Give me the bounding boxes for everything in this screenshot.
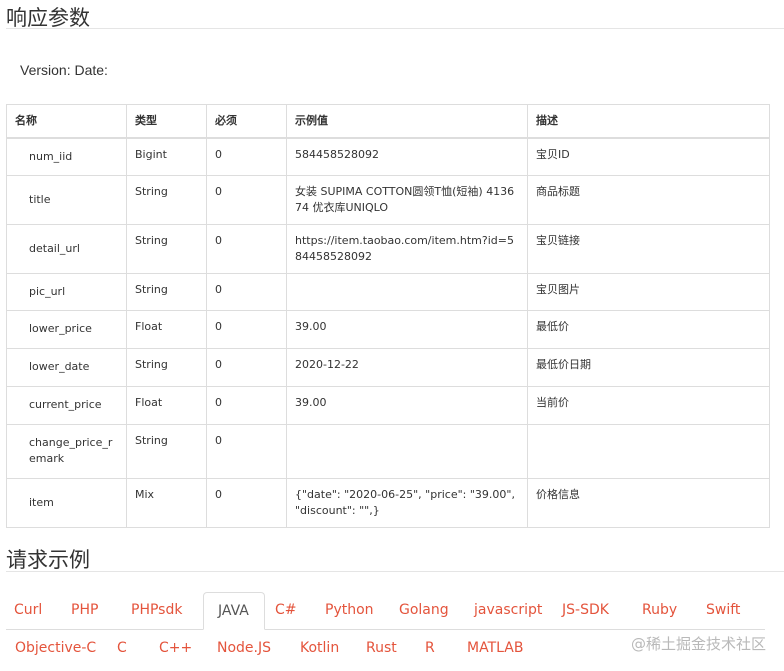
- param-description-cell: [527, 423, 770, 479]
- tab-java[interactable]: JAVA: [203, 592, 265, 630]
- param-name-cell: lower_price: [6, 309, 127, 349]
- param-example-cell: 2020-12-22: [286, 347, 528, 387]
- tab-js-sdk[interactable]: JS-SDK: [562, 602, 609, 618]
- tab-c[interactable]: C: [117, 640, 127, 656]
- param-example-cell: [286, 272, 528, 311]
- param-description-cell: 宝贝图片: [527, 272, 770, 311]
- tab-php[interactable]: PHP: [71, 602, 98, 618]
- tab-c-[interactable]: C++: [159, 640, 192, 656]
- tab-golang[interactable]: Golang: [399, 602, 449, 618]
- tab-swift[interactable]: Swift: [706, 602, 740, 618]
- param-required-cell: 0: [206, 174, 287, 225]
- version-text: Version: Date:: [20, 62, 108, 78]
- param-type-cell: Float: [126, 309, 207, 349]
- param-type-cell: String: [126, 272, 207, 311]
- param-required-cell: 0: [206, 223, 287, 274]
- param-name-cell: num_iid: [6, 137, 127, 176]
- param-example-cell: 39.00: [286, 309, 528, 349]
- table-row: detail_url String 0 https://item.taobao.com…: [6, 223, 770, 274]
- column-header-name: 名称: [6, 104, 127, 139]
- column-header-description: 描述: [527, 104, 770, 139]
- param-type-cell: String: [126, 174, 207, 225]
- param-description-cell: 最低价: [527, 309, 770, 349]
- table-row: title String 0 女装 SUPIMA COTTON圆领T恤(短袖) 413…: [6, 174, 770, 225]
- column-header-type: 类型: [126, 104, 207, 139]
- request-title-divider: [6, 571, 784, 572]
- tabs-divider-left: [6, 629, 206, 630]
- param-description-cell: 价格信息: [527, 477, 770, 528]
- param-name-cell: item: [6, 477, 127, 528]
- table-row: lower_price Float 0 39.00 最低价: [6, 309, 770, 349]
- param-required-cell: 0: [206, 347, 287, 387]
- param-name-cell: detail_url: [6, 223, 127, 274]
- tab-curl[interactable]: Curl: [14, 602, 42, 618]
- param-name-cell: current_price: [6, 385, 127, 425]
- param-description-cell: 宝贝ID: [527, 137, 770, 176]
- tab-phpsdk[interactable]: PHPsdk: [131, 602, 182, 618]
- table-header-row: 名称 类型 必须 示例值 描述: [6, 104, 770, 139]
- tab-matlab[interactable]: MATLAB: [467, 640, 523, 656]
- tab-javascript[interactable]: javascript: [474, 602, 542, 618]
- param-required-cell: 0: [206, 385, 287, 425]
- param-description-cell: 宝贝链接: [527, 223, 770, 274]
- param-description-cell: 最低价日期: [527, 347, 770, 387]
- param-required-cell: 0: [206, 477, 287, 528]
- param-example-cell: {"date": "2020-06-25", "price": "39.00",…: [286, 477, 528, 528]
- param-example-cell: [286, 423, 528, 479]
- param-required-cell: 0: [206, 272, 287, 311]
- table-row: item Mix 0 {"date": "2020-06-25", "price": …: [6, 477, 770, 528]
- param-required-cell: 0: [206, 309, 287, 349]
- param-example-cell: 女装 SUPIMA COTTON圆领T恤(短袖) 413674 优衣库UNIQL…: [286, 174, 528, 225]
- tabs-divider-right: [265, 629, 765, 630]
- column-header-required: 必须: [206, 104, 287, 139]
- param-type-cell: Mix: [126, 477, 207, 528]
- param-type-cell: Float: [126, 385, 207, 425]
- title-divider: [6, 28, 784, 29]
- param-type-cell: String: [126, 223, 207, 274]
- param-type-cell: String: [126, 423, 207, 479]
- param-required-cell: 0: [206, 423, 287, 479]
- param-type-cell: Bigint: [126, 137, 207, 176]
- param-name-cell: lower_date: [6, 347, 127, 387]
- watermark-text: @稀土掘金技术社区: [630, 635, 766, 653]
- param-name-cell: title: [6, 174, 127, 225]
- table-row: num_iid Bigint 0 584458528092 宝贝ID: [6, 137, 770, 176]
- request-example-title: 请求示例: [6, 548, 90, 572]
- tab-c-[interactable]: C#: [275, 602, 297, 618]
- param-example-cell: 584458528092: [286, 137, 528, 176]
- param-description-cell: 当前价: [527, 385, 770, 425]
- table-row: change_price_remark String 0: [6, 423, 770, 479]
- param-example-cell: 39.00: [286, 385, 528, 425]
- tab-kotlin[interactable]: Kotlin: [300, 640, 339, 656]
- tab-ruby[interactable]: Ruby: [642, 602, 677, 618]
- param-name-cell: change_price_remark: [6, 423, 127, 479]
- tab-node-js[interactable]: Node.JS: [217, 640, 271, 656]
- tab-python[interactable]: Python: [325, 602, 374, 618]
- response-params-table: 名称 类型 必须 示例值 描述 num_iid Bigint 0 5844585280…: [6, 104, 770, 528]
- tab-objective-c[interactable]: Objective-C: [15, 640, 96, 656]
- table-row: pic_url String 0 宝贝图片: [6, 272, 770, 311]
- param-description-cell: 商品标题: [527, 174, 770, 225]
- param-type-cell: String: [126, 347, 207, 387]
- tab-r[interactable]: R: [425, 640, 435, 656]
- tab-rust[interactable]: Rust: [366, 640, 397, 656]
- table-row: current_price Float 0 39.00 当前价: [6, 385, 770, 425]
- column-header-example: 示例值: [286, 104, 528, 139]
- param-example-cell: https://item.taobao.com/item.htm?id=5844…: [286, 223, 528, 274]
- param-required-cell: 0: [206, 137, 287, 176]
- table-row: lower_date String 0 2020-12-22 最低价日期: [6, 347, 770, 387]
- param-name-cell: pic_url: [6, 272, 127, 311]
